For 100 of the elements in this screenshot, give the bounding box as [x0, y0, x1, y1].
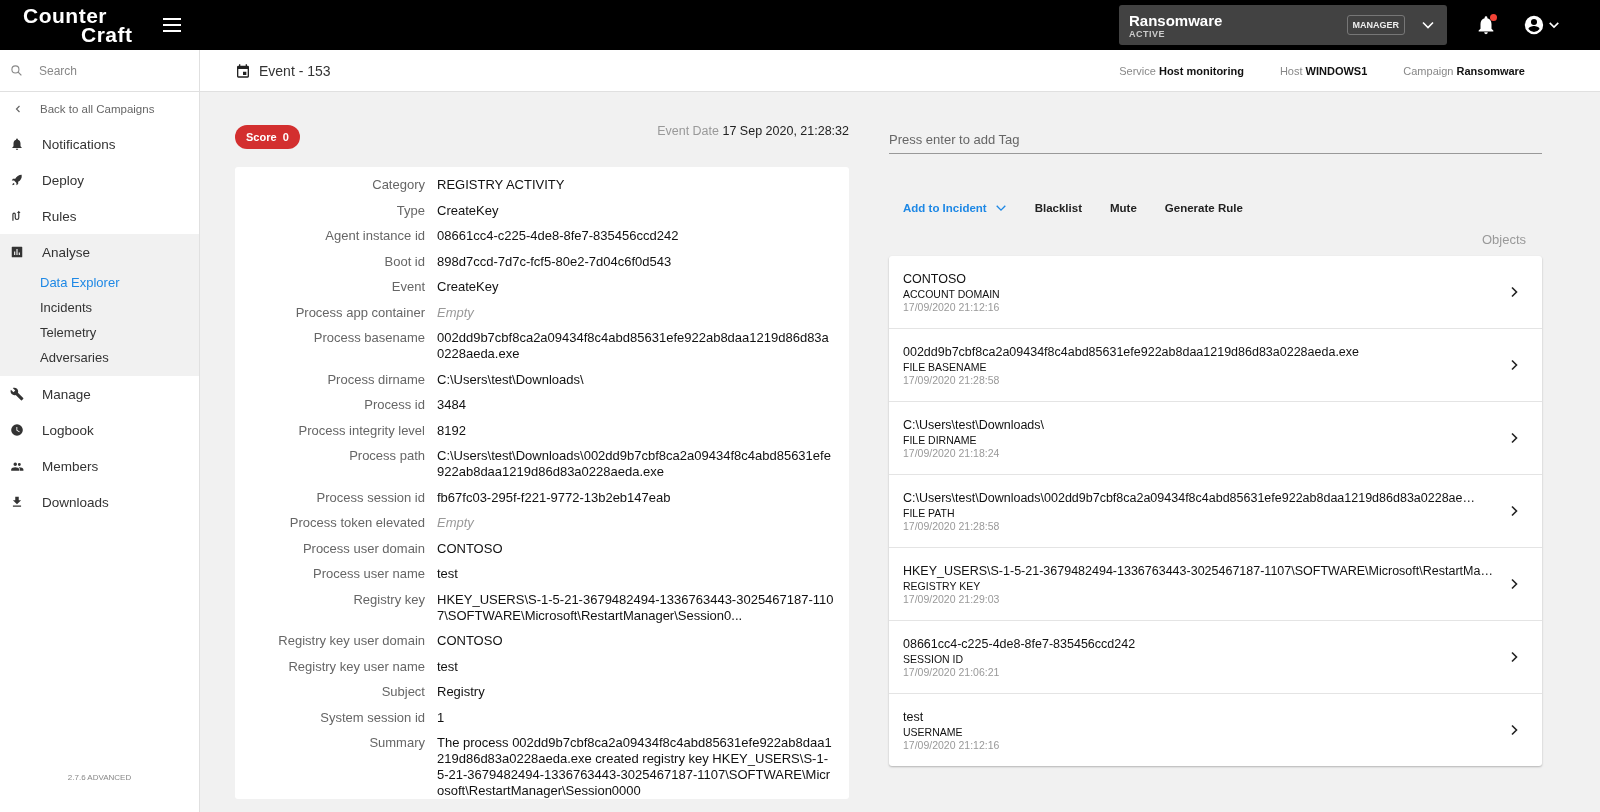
object-type: FILE BASENAME: [903, 360, 988, 373]
object-type: ACCOUNT DOMAIN: [903, 287, 1001, 300]
meta-info: Campaign Ransomware: [1403, 64, 1525, 77]
field-value: 08661cc4-c225-4de8-8fe7-835456ccd242: [437, 228, 680, 244]
field-label: Summary: [368, 735, 425, 752]
field-value: C:\Users\test\Downloads\: [437, 371, 585, 388]
chevron-left-icon: [14, 105, 22, 113]
object-value: C:\Users\test\Downloads\: [903, 417, 1046, 432]
event-date: Event Date 17 Sep 2020, 21:28:32: [657, 124, 849, 138]
field-value: CreateKey: [437, 202, 500, 219]
field-label: Process path: [348, 448, 425, 465]
action-button[interactable]: Blacklist: [1034, 198, 1082, 218]
field-label: Boot id: [383, 253, 425, 270]
object-item[interactable]: test USERNAME 17/09/2020 21:12:16: [889, 694, 1542, 766]
field-value: 8192: [437, 422, 467, 439]
nav-item[interactable]: Rules: [0, 198, 199, 234]
action-button[interactable]: Mute: [1110, 198, 1137, 218]
field-label: Subject: [380, 684, 425, 700]
meta-info: Host WINDOWS1: [1279, 64, 1368, 77]
object-item[interactable]: HKEY_USERS\S-1-5-21-3679482494-1336763443-3025467187-1107\SOFTWARE\Microsoft\RestartMa… REGISTRY KEY 17/09/2020 21:29:03: [889, 548, 1542, 621]
field-value: fb67fc03-295f-f221-9772-13b2eb147eab: [437, 489, 672, 506]
object-item[interactable]: CONTOSO ACCOUNT DOMAIN 17/09/2020 21:12:16: [889, 256, 1542, 329]
nav-item[interactable]: Analyse: [0, 234, 199, 270]
object-time: 17/09/2020 21:18:24: [903, 446, 1001, 459]
field-value: CONTOSO: [437, 540, 504, 557]
field-label: System session id: [319, 709, 425, 726]
nav-subitem[interactable]: Incidents: [0, 295, 199, 320]
field-label: Process user domain: [301, 540, 425, 557]
field-value: Empty: [437, 515, 475, 531]
object-type: FILE DIRNAME: [903, 433, 978, 446]
search-field[interactable]: Search: [37, 62, 181, 79]
back-link[interactable]: Back to all Campaigns: [0, 92, 199, 126]
campaign-name: Ransomware: [1129, 11, 1224, 29]
calendar-icon: [235, 62, 251, 79]
object-time: 17/09/2020 21:28:58: [903, 373, 1001, 386]
nav-item[interactable]: Downloads: [0, 484, 199, 520]
logo[interactable]: Counter Craft: [23, 6, 133, 44]
object-value: test: [903, 709, 925, 724]
nav-item[interactable]: Manage: [0, 376, 199, 412]
nav-subitem[interactable]: Telemetry: [0, 320, 199, 345]
field-label: Process integrity level: [297, 422, 425, 439]
field-label: Process id: [363, 397, 425, 413]
menu-icon[interactable]: [163, 18, 181, 32]
campaign-status: ACTIVE: [1129, 28, 1166, 39]
user-menu[interactable]: [1523, 14, 1560, 36]
object-type: SESSION ID: [903, 652, 965, 665]
nav-item[interactable]: Members: [0, 448, 199, 484]
page-title: Event - 153: [259, 62, 331, 79]
download-icon: [10, 495, 24, 509]
object-time: 17/09/2020 21:12:16: [903, 738, 1001, 751]
tag-input[interactable]: Press enter to add Tag: [889, 124, 1542, 154]
field-value: Empty: [437, 304, 475, 321]
field-label: Registry key user domain: [277, 633, 425, 649]
action-button[interactable]: Generate Rule: [1164, 198, 1243, 218]
field-label: Process user name: [312, 566, 425, 582]
wrench-icon: [10, 387, 24, 401]
campaign-selector[interactable]: Ransomware ACTIVE MANAGER: [1119, 5, 1447, 45]
score-badge: Score 0: [235, 125, 300, 149]
nav-item[interactable]: Logbook: [0, 412, 199, 448]
role-badge: MANAGER: [1346, 15, 1405, 35]
object-time: 17/09/2020 21:28:58: [903, 519, 1001, 532]
object-time: 17/09/2020 21:29:03: [903, 592, 1001, 605]
object-value: HKEY_USERS\S-1-5-21-3679482494-1336763443-3025467187-1107\SOFTWARE\Microsoft\RestartMa…: [903, 563, 1494, 578]
field-value: REGISTRY ACTIVITY: [437, 177, 566, 193]
rocket-icon: [10, 173, 24, 187]
object-time: 17/09/2020 21:06:21: [903, 665, 1001, 678]
object-type: REGISTRY KEY: [903, 579, 982, 592]
field-label: Registry key: [352, 591, 425, 609]
field-label: Category: [371, 177, 425, 193]
chart-icon: [10, 245, 24, 259]
field-value: Registry: [437, 684, 486, 700]
field-label: Process basename: [312, 330, 425, 347]
clock-icon: [10, 423, 24, 437]
field-label: Registry key user name: [287, 658, 425, 675]
object-value: CONTOSO: [903, 271, 967, 286]
field-value: CreateKey: [437, 279, 500, 295]
nav-subitem[interactable]: Adversaries: [0, 345, 199, 370]
field-label: Event: [390, 279, 425, 295]
meta-info: Service Host monitoring: [1119, 64, 1244, 77]
field-value: test: [437, 658, 459, 675]
object-value: 08661cc4-c225-4de8-8fe7-835456ccd242: [903, 636, 1137, 651]
field-value: HKEY_USERS\S-1-5-21-3679482494-1336763443-3025467187-1107\SOFTWARE\Microsoft\RestartManager\Session0...: [437, 591, 835, 624]
field-label: Process token elevated: [288, 515, 425, 531]
object-item[interactable]: 08661cc4-c225-4de8-8fe7-835456ccd242 SESSION ID 17/09/2020 21:06:21: [889, 621, 1542, 694]
object-item[interactable]: C:\Users\test\Downloads\ FILE DIRNAME 17/09/2020 21:18:24: [889, 402, 1542, 475]
objects-heading: Objects: [1480, 232, 1526, 247]
field-label: Agent instance id: [324, 228, 425, 244]
field-label: Process session id: [315, 489, 425, 506]
nav-item[interactable]: Deploy: [0, 162, 199, 198]
field-value: C:\Users\test\Downloads\002dd9b7cbf8ca2a09434f8c4abd85631efe922ab8daa1219d86d83a0228aeda.exe: [437, 448, 832, 480]
object-type: USERNAME: [903, 725, 964, 738]
nav-item[interactable]: Notifications: [0, 126, 199, 162]
object-item[interactable]: 002dd9b7cbf8ca2a09434f8c4abd85631efe922ab8daa1219d86d83a0228aeda.exe FILE BASENAME 17/09/2020 21:28:58: [889, 329, 1542, 402]
field-label: Type: [395, 202, 425, 219]
object-time: 17/09/2020 21:12:16: [903, 300, 1001, 313]
bell-icon: [10, 137, 24, 151]
field-label: Process dirname: [326, 371, 425, 388]
field-value: The process 002dd9b7cbf8ca2a09434f8c4abd85631efe922ab8daa1219d86d83a0228aeda.exe created registry key HKEY_USERS\S-1-5-21-3679482494-1336763443-3025467187-1107\SOFTWARE\Microsoft\RestartManager\Session0000: [437, 735, 833, 799]
field-value: test: [437, 566, 459, 582]
object-item[interactable]: C:\Users\test\Downloads\002dd9b7cbf8ca2a09434f8c4abd85631efe922ab8daa1219d86d83a0228ae… FILE PATH 17/09/2020 21:28:58: [889, 475, 1542, 548]
